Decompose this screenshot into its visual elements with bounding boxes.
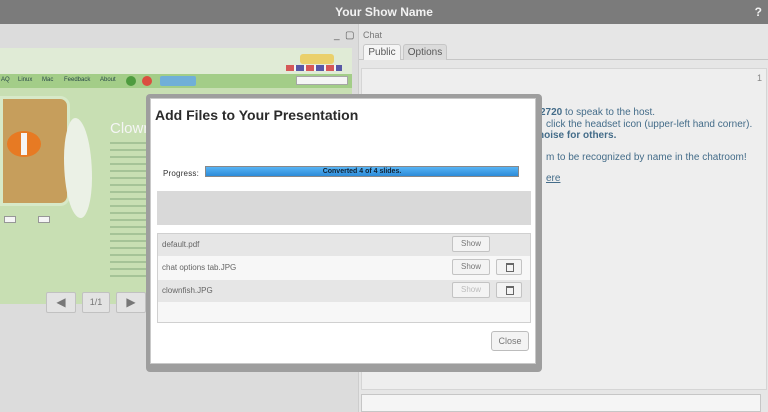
- file-list: default.pdf Show chat options tab.JPG Sh…: [157, 233, 531, 323]
- progress-bar: Converted 4 of 4 slides.: [205, 166, 519, 177]
- delete-button[interactable]: [496, 259, 522, 275]
- close-button[interactable]: Close: [491, 331, 529, 351]
- delete-button[interactable]: [496, 282, 522, 298]
- title-bar: Your Show Name ?: [0, 0, 768, 24]
- dialog-title: Add Files to Your Presentation: [155, 107, 359, 123]
- file-name: chat options tab.JPG: [162, 263, 237, 272]
- file-drop-area[interactable]: [157, 191, 531, 225]
- progress-text: Converted 4 of 4 slides.: [322, 168, 402, 175]
- add-files-dialog: Add Files to Your Presentation Progress:…: [146, 94, 542, 372]
- show-button[interactable]: Show: [452, 259, 490, 275]
- trash-icon: [506, 263, 514, 272]
- trash-icon: [506, 286, 514, 295]
- show-button[interactable]: Show: [452, 236, 490, 252]
- file-row: chat options tab.JPG Show: [158, 257, 530, 279]
- progress-label: Progress:: [163, 169, 200, 178]
- file-name: default.pdf: [162, 240, 200, 249]
- dialog-body: Add Files to Your Presentation Progress:…: [150, 98, 536, 364]
- file-name: clownfish.JPG: [162, 286, 213, 295]
- show-button[interactable]: Show: [452, 282, 490, 298]
- help-icon[interactable]: ?: [755, 0, 762, 24]
- file-row: clownfish.JPG Show: [158, 280, 530, 302]
- file-row: default.pdf Show: [158, 234, 530, 256]
- window-title: Your Show Name: [335, 5, 433, 19]
